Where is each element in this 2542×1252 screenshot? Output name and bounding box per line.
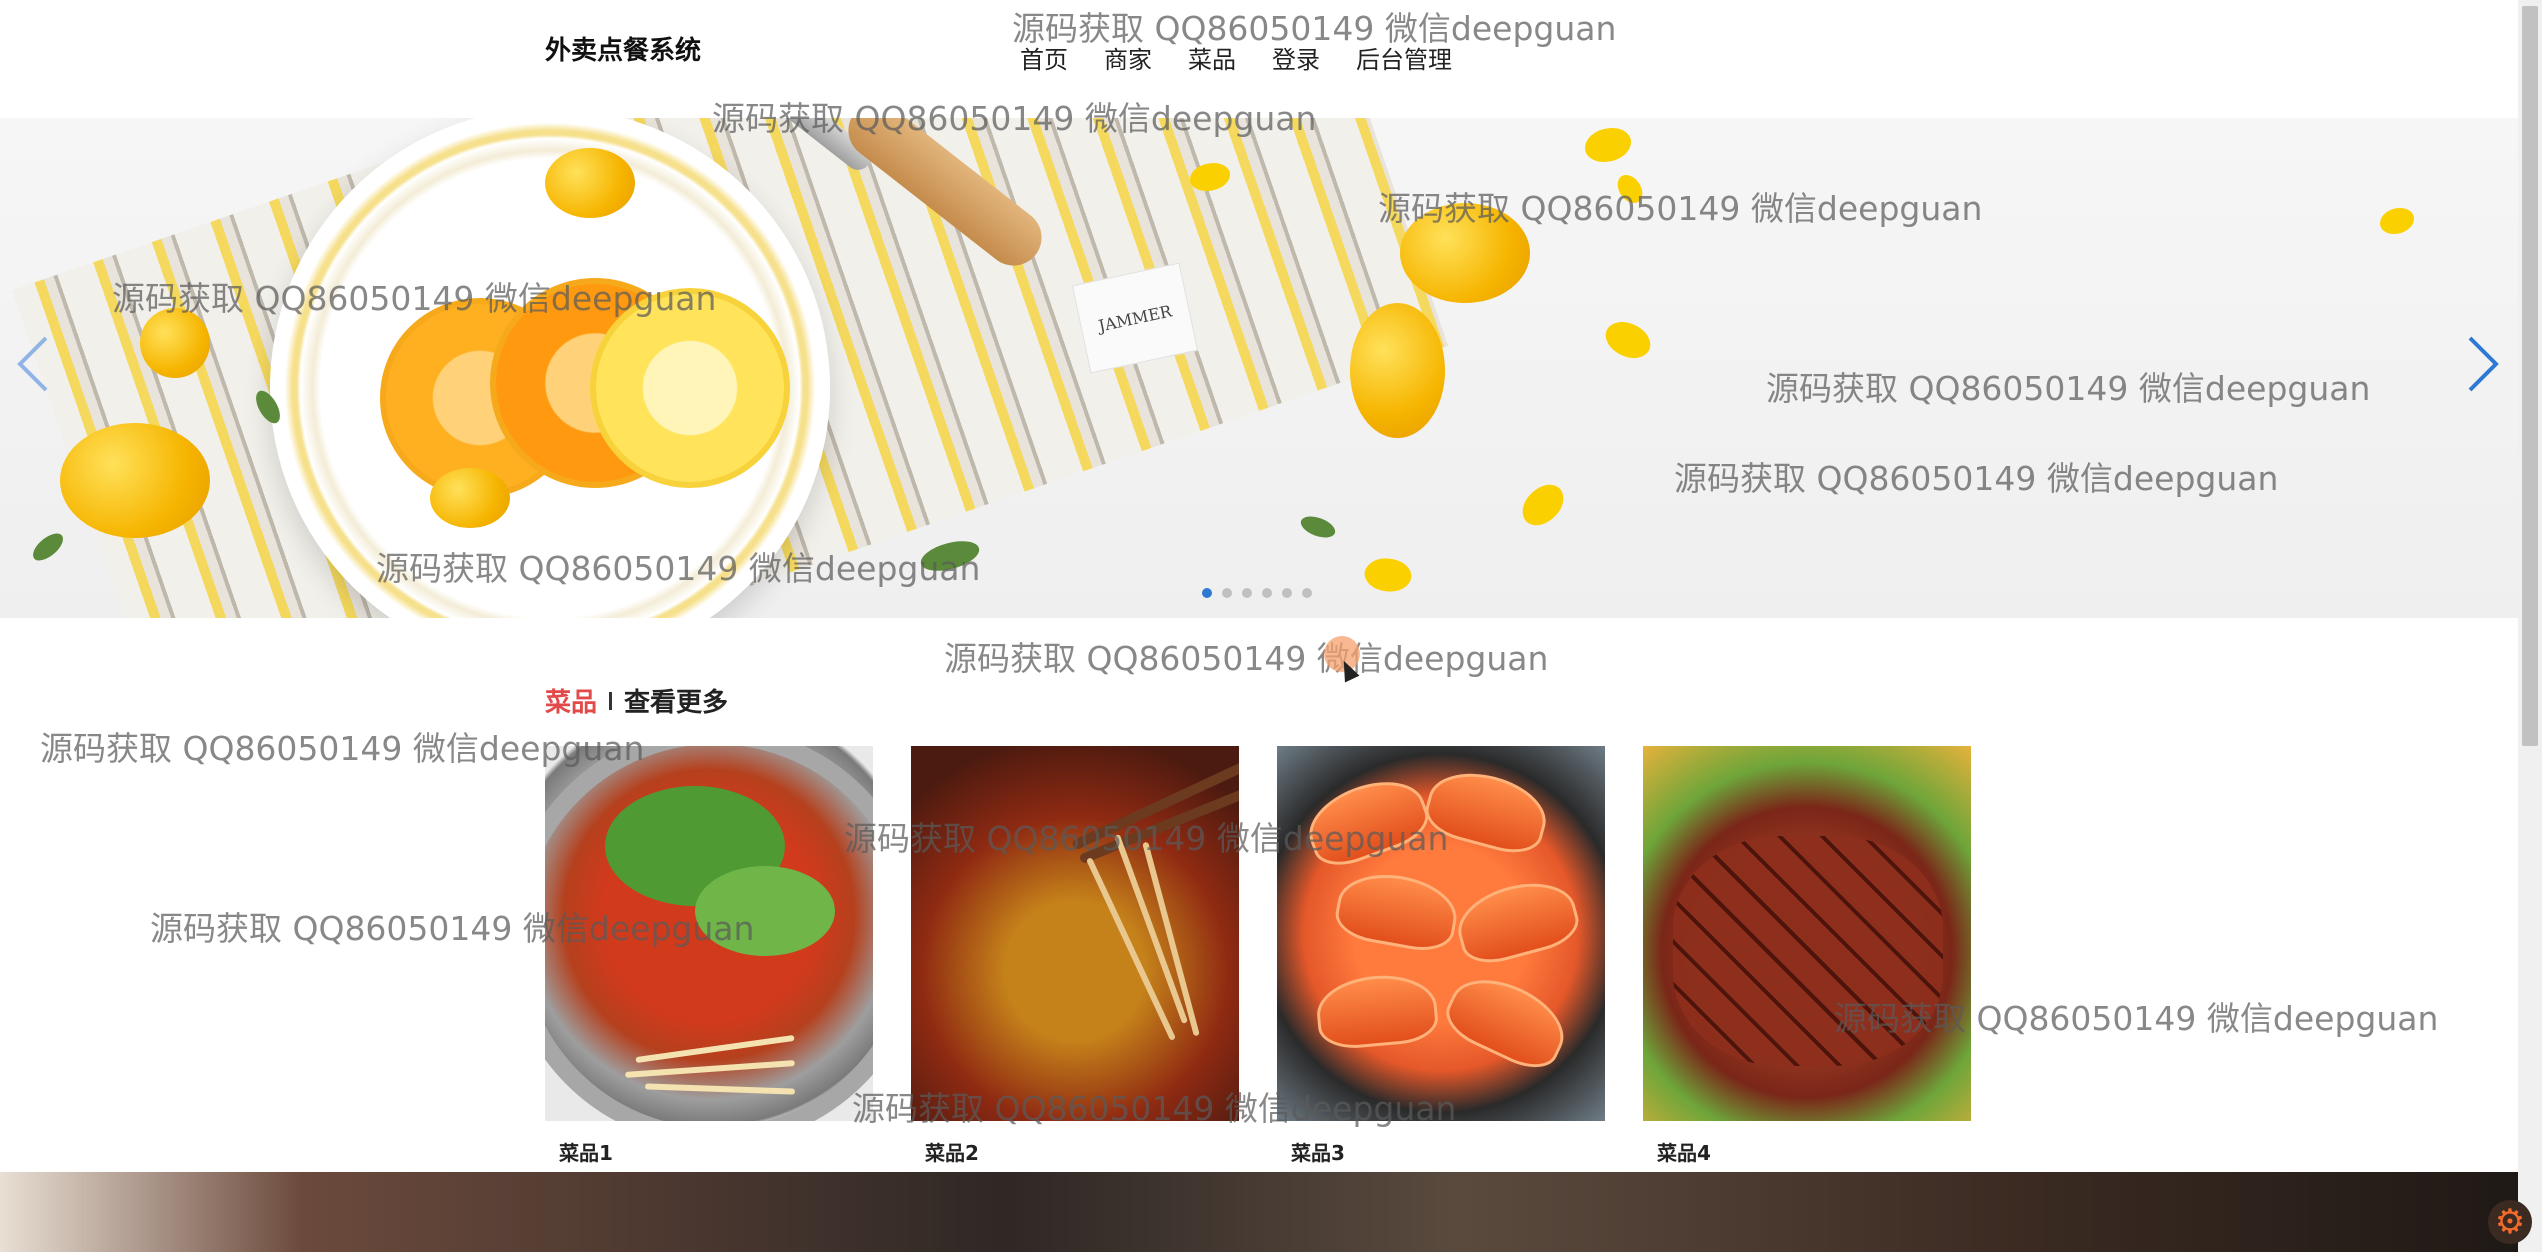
product-card[interactable]: 菜品4 <box>1643 746 1971 1166</box>
watermark-text: 源码获取 QQ86050149 微信deepguan <box>944 639 1549 678</box>
product-name[interactable]: 菜品4 <box>1643 1137 1971 1166</box>
shrimp <box>1437 963 1577 1079</box>
carousel-dot[interactable] <box>1222 588 1232 598</box>
product-card[interactable]: 菜品2 <box>911 746 1239 1166</box>
lemon-slice <box>590 288 790 488</box>
product-list: 菜品1 菜品2 菜品3 菜品4 <box>545 746 1971 1166</box>
product-image[interactable] <box>545 746 873 1121</box>
yellow-petal <box>1360 551 1416 599</box>
page: 外卖点餐系统 首页 商家 菜品 登录 后台管理 JAMMER 菜品 查看更多 菜… <box>0 0 2542 1252</box>
yellow-petal <box>1599 312 1657 368</box>
product-card[interactable]: 菜品3 <box>1277 746 1605 1166</box>
scrollbar-thumb[interactable] <box>2522 6 2538 746</box>
yellow-petal <box>1614 171 1646 207</box>
product-image[interactable] <box>911 746 1239 1121</box>
green-leaf <box>1298 512 1338 542</box>
carousel-dot[interactable] <box>1282 588 1292 598</box>
carousel-dot[interactable] <box>1262 588 1272 598</box>
carousel-dot[interactable] <box>1242 588 1252 598</box>
section-divider <box>609 691 613 710</box>
carousel-prev-button[interactable] <box>14 333 50 405</box>
site-header: 外卖点餐系统 首页 商家 菜品 登录 后台管理 <box>0 0 2518 118</box>
carousel-dot[interactable] <box>1202 588 1212 598</box>
product-image[interactable] <box>1643 746 1971 1121</box>
shrimp <box>1449 871 1585 971</box>
product-name[interactable]: 菜品3 <box>1277 1137 1605 1166</box>
nav-item-merchants[interactable]: 商家 <box>1104 40 1152 75</box>
section-category-label: 菜品 <box>545 688 598 718</box>
product-name[interactable]: 菜品1 <box>545 1137 873 1166</box>
yellow-tomato <box>545 148 635 218</box>
banner-carousel[interactable]: JAMMER <box>0 118 2518 618</box>
green-leaf <box>917 535 983 577</box>
nav-item-home[interactable]: 首页 <box>1020 40 1068 75</box>
product-card[interactable]: 菜品1 <box>545 746 873 1166</box>
site-logo[interactable]: 外卖点餐系统 <box>545 30 701 67</box>
gear-icon: ⚙ <box>2494 1202 2526 1242</box>
floating-settings-button[interactable]: ⚙ <box>2488 1200 2532 1244</box>
yellow-tomato <box>60 423 210 538</box>
greens-topping <box>695 866 835 956</box>
section-header: 菜品 查看更多 <box>545 682 728 719</box>
shrimp <box>1298 767 1436 875</box>
chevron-right-icon <box>2468 336 2499 392</box>
yellow-tomato <box>1400 203 1530 303</box>
grilled-steak <box>1673 836 1943 1066</box>
yellow-petal <box>1585 128 1631 162</box>
carousel-indicators <box>1202 588 1312 598</box>
nav-item-login[interactable]: 登录 <box>1272 40 1320 75</box>
nav-item-admin[interactable]: 后台管理 <box>1356 40 1452 75</box>
yellow-tomato <box>140 308 210 378</box>
view-more-link[interactable]: 查看更多 <box>624 682 728 719</box>
yellow-tomato <box>430 468 510 528</box>
yellow-petal <box>1514 478 1572 532</box>
next-section-banner <box>0 1172 2518 1252</box>
yellow-petal <box>2380 208 2414 234</box>
product-image[interactable] <box>1277 746 1605 1121</box>
shrimp <box>1331 866 1463 956</box>
main-nav: 首页 商家 菜品 登录 后台管理 <box>1020 40 1452 75</box>
nav-item-dishes[interactable]: 菜品 <box>1188 40 1236 75</box>
yellow-tomato <box>1350 303 1445 438</box>
carousel-next-button[interactable] <box>2466 333 2502 405</box>
carousel-dot[interactable] <box>1302 588 1312 598</box>
chevron-left-icon <box>17 336 48 392</box>
green-leaf <box>28 528 68 566</box>
shrimp <box>1419 761 1555 861</box>
shrimp <box>1314 970 1440 1052</box>
product-name[interactable]: 菜品2 <box>911 1137 1239 1166</box>
